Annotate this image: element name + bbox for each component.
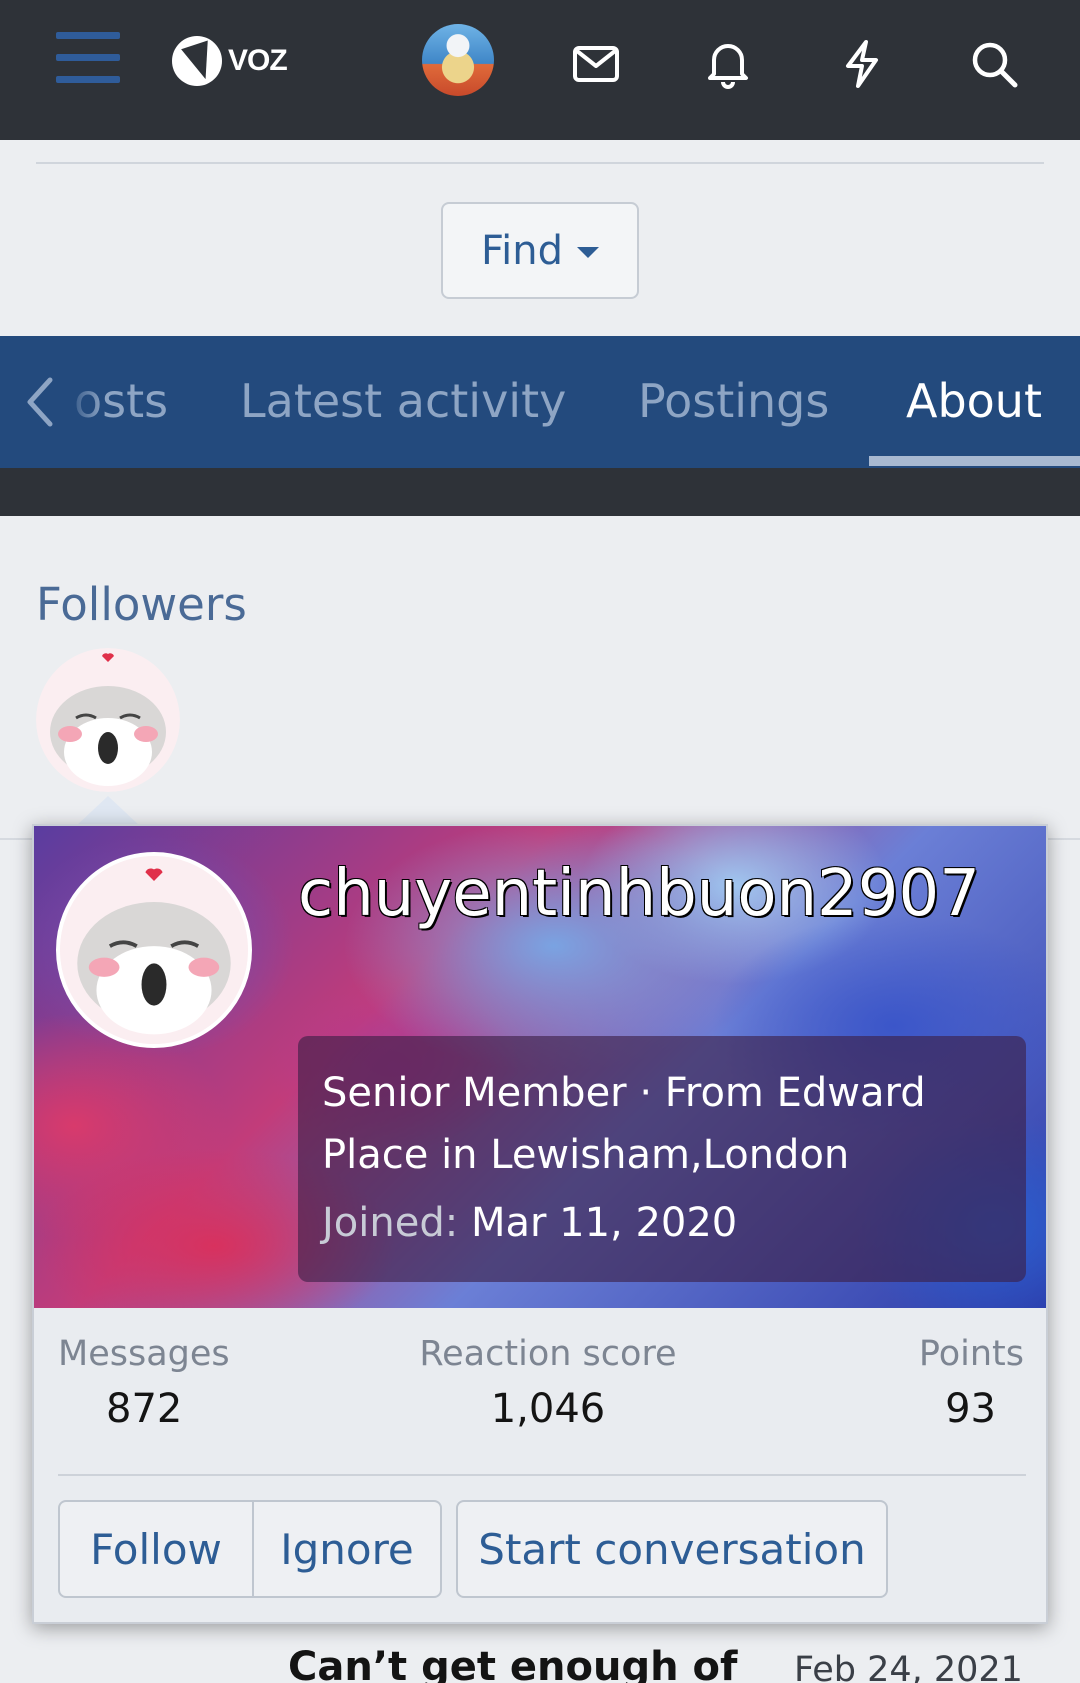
followers-heading: Followers [36, 578, 247, 631]
voz-logo-icon [172, 36, 222, 86]
thread-title[interactable]: Can’t get enough of [288, 1644, 737, 1683]
member-joined: Joined: Mar 11, 2020 [322, 1192, 1002, 1254]
stat-label: Points [918, 1334, 1024, 1374]
find-dropdown-button[interactable]: Find [441, 202, 639, 299]
joined-date: Mar 11, 2020 [470, 1200, 738, 1246]
member-tooltip-card: chuyentinhbuon2907 Senior Member · From … [32, 824, 1048, 1624]
tab-about[interactable]: About [906, 374, 1042, 428]
stat-value: 872 [106, 1386, 183, 1432]
search-icon[interactable] [968, 38, 1020, 90]
start-conversation-button[interactable]: Start conversation [456, 1500, 888, 1598]
site-logo[interactable]: VOZ [172, 36, 288, 86]
dark-band [0, 468, 1080, 516]
stat-label: Reaction score [419, 1334, 677, 1374]
menu-icon[interactable] [56, 32, 120, 90]
follow-button[interactable]: Follow [58, 1500, 254, 1598]
member-stats: Messages 872 Reaction score 1,046 Points… [58, 1334, 1024, 1444]
stat-messages[interactable]: Messages 872 [58, 1334, 230, 1432]
member-info-box: Senior Member · From Edward Place in Lew… [298, 1036, 1026, 1282]
mail-icon[interactable] [570, 38, 622, 90]
caret-down-icon [576, 247, 599, 258]
follower-avatar[interactable] [36, 648, 180, 792]
profile-tabs: osts Latest activity Postings About [0, 336, 1080, 468]
find-label: Find [481, 227, 563, 274]
stats-divider [58, 1474, 1026, 1476]
stat-label: Messages [58, 1334, 230, 1374]
bolt-icon[interactable] [836, 38, 888, 90]
stat-reaction-score[interactable]: Reaction score 1,046 [418, 1334, 678, 1432]
member-title-location: Senior Member · From Edward Place in Lew… [322, 1070, 926, 1178]
ignore-button[interactable]: Ignore [252, 1500, 442, 1598]
divider [36, 162, 1044, 164]
stat-value: 1,046 [490, 1386, 606, 1432]
stat-points[interactable]: Points 93 [900, 1334, 1024, 1432]
tab-latest-activity[interactable]: Latest activity [240, 374, 566, 428]
member-username[interactable]: chuyentinhbuon2907 [298, 850, 1018, 938]
stat-value: 93 [945, 1386, 996, 1432]
joined-label: Joined: [322, 1200, 459, 1246]
tooltip-pointer [76, 796, 140, 826]
bell-icon[interactable] [702, 38, 754, 90]
member-avatar[interactable] [56, 852, 252, 1048]
active-tab-indicator [869, 456, 1080, 466]
profile-banner: chuyentinhbuon2907 Senior Member · From … [34, 826, 1046, 1308]
logo-text: VOZ [228, 44, 288, 77]
thread-date: Feb 24, 2021 [794, 1650, 1023, 1683]
user-avatar[interactable] [422, 24, 494, 96]
chevron-left-icon[interactable] [20, 374, 60, 430]
top-navigation-bar: VOZ [0, 0, 1080, 140]
tab-fade [64, 366, 104, 436]
tab-postings[interactable]: Postings [638, 374, 829, 428]
